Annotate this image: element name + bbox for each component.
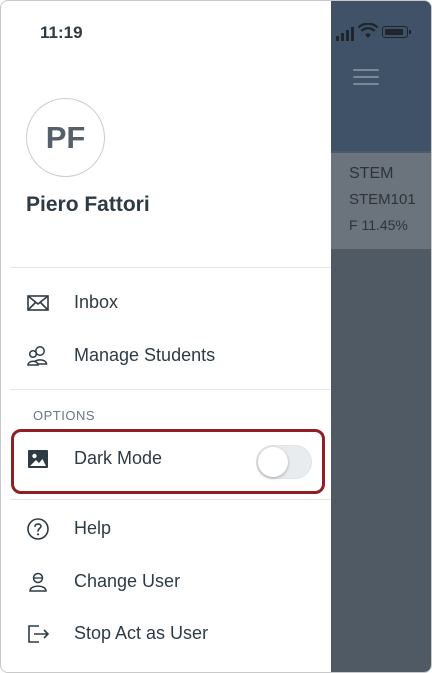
exit-icon [28,625,50,643]
options-section-title: OPTIONS [33,408,96,423]
menu-item-inbox[interactable]: Inbox [10,277,331,327]
hamburger-icon [353,69,379,87]
menu-item-manage-students[interactable]: Manage Students [10,330,331,380]
course-grade: F 11.45% [349,217,408,233]
navigation-drawer: 11:19 PF Piero Fattori Inbox Manage Stud… [2,2,331,672]
user-name: Piero Fattori [26,193,150,216]
status-icons [336,23,416,41]
menu-item-label: Stop Act as User [74,623,209,643]
menu-item-label: Manage Students [74,345,216,365]
menu-item-help[interactable]: Help [10,503,331,553]
avatar[interactable]: PF [26,98,105,177]
background-app[interactable] [331,1,431,672]
divider [10,499,331,500]
screen: STEM STEM101 F 11.45% 11:19 PF Piero Fat… [0,0,432,673]
divider [10,389,331,390]
status-time: 11:19 [40,23,83,42]
mail-icon [27,295,49,311]
menu-item-label: Change User [74,571,181,591]
course-name: STEM [349,165,394,182]
menu-item-stop-act-as-user[interactable]: Stop Act as User [10,608,331,658]
menu-item-label: Help [74,518,112,538]
toggle-knob [258,447,288,477]
help-icon [27,518,49,540]
wifi-icon [358,23,378,38]
users-icon [27,346,48,366]
dark-mode-toggle[interactable] [256,445,312,479]
menu-item-label: Inbox [74,292,119,312]
menu-item-dark-mode[interactable]: Dark Mode [10,433,331,483]
image-icon [28,450,48,468]
change-user-icon [29,572,47,592]
battery-icon [382,26,408,38]
menu-item-change-user[interactable]: Change User [10,556,331,606]
divider [10,267,331,268]
course-code: STEM101 [349,191,416,208]
menu-item-label: Dark Mode [74,448,163,468]
